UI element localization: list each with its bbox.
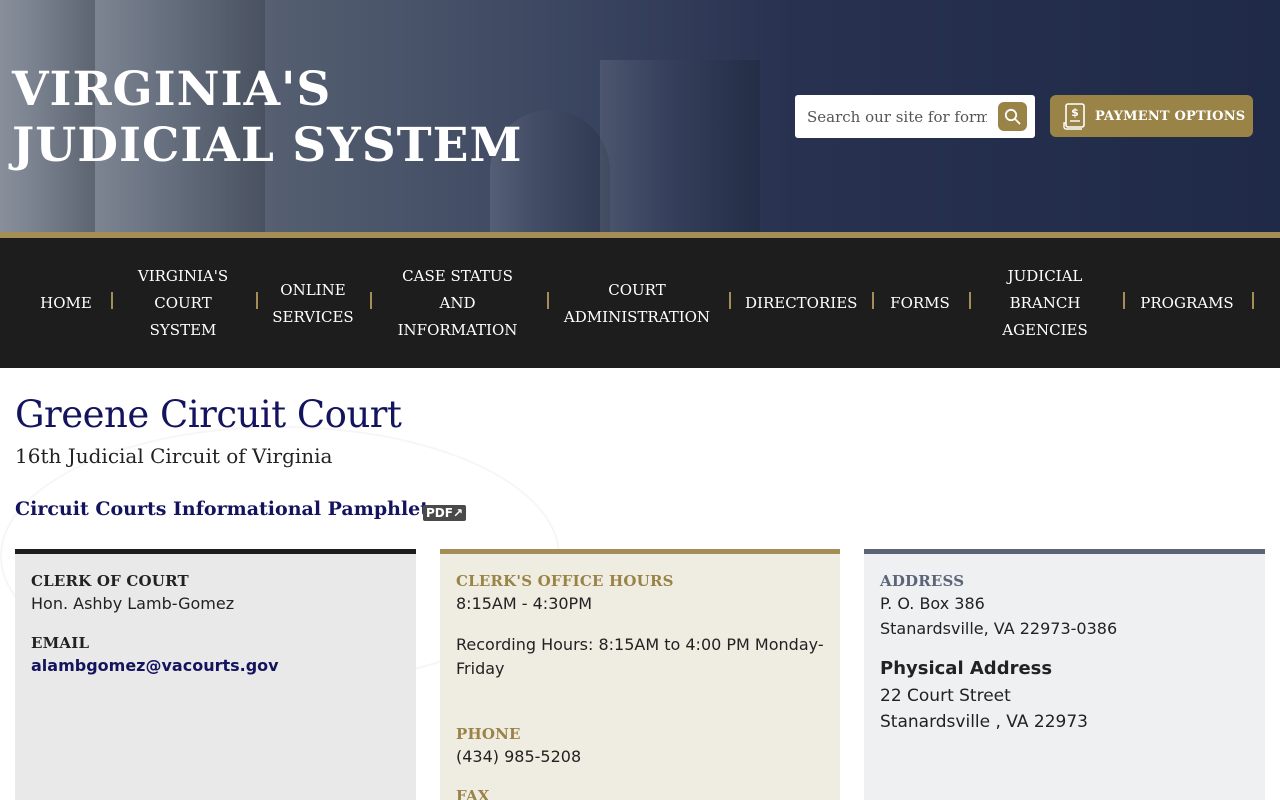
clerk-card: CLERK OF COURT Hon. Ashby Lamb-Gomez EMA… xyxy=(15,549,416,800)
payment-options-label: PAYMENT OPTIONS xyxy=(1095,108,1246,124)
nav-separator xyxy=(872,292,874,309)
address-label: ADDRESS xyxy=(880,572,965,590)
nav-separator xyxy=(1123,292,1125,309)
nav-separator xyxy=(547,292,549,309)
physical-address-line-2: Stanardsville , VA 22973 xyxy=(880,712,1088,732)
payment-document-icon: $ xyxy=(1063,102,1089,130)
nav-separator xyxy=(729,292,731,309)
phone-label: PHONE xyxy=(456,725,521,743)
svg-text:$: $ xyxy=(1071,106,1079,119)
nav-item-forms[interactable]: FORMS xyxy=(888,290,952,317)
fax-label: FAX xyxy=(456,787,490,800)
address-line-1: P. O. Box 386 xyxy=(880,594,985,613)
nav-separator xyxy=(111,292,113,309)
column-decoration xyxy=(600,60,760,232)
nav-item-programs[interactable]: PROGRAMS xyxy=(1138,290,1236,317)
physical-address-line-1: 22 Court Street xyxy=(880,686,1011,706)
hours-label: CLERK'S OFFICE HOURS xyxy=(456,572,674,590)
main-content: Greene Circuit Court 16th Judicial Circu… xyxy=(0,368,1280,800)
nav-item-directories[interactable]: DIRECTORIES xyxy=(745,290,857,317)
phone-number[interactable]: (434) 985-5208 xyxy=(456,745,581,769)
recording-hours: Recording Hours: 8:15AM to 4:00 PM Monda… xyxy=(456,635,824,678)
nav-separator xyxy=(969,292,971,309)
page-title: Greene Circuit Court xyxy=(15,393,402,436)
clerk-label: CLERK OF COURT xyxy=(31,572,189,590)
payment-options-button[interactable]: $ PAYMENT OPTIONS xyxy=(1050,95,1253,137)
site-title[interactable]: VIRGINIA'S JUDICIAL SYSTEM xyxy=(12,62,572,174)
office-hours: 8:15AM - 4:30PM xyxy=(456,594,593,613)
nav-item-virginias-court-system[interactable]: VIRGINIA'S COURT SYSTEM xyxy=(128,263,238,344)
search-icon xyxy=(1004,108,1021,125)
pdf-badge: PDF↗ xyxy=(423,505,467,521)
page-subtitle: 16th Judicial Circuit of Virginia xyxy=(15,444,333,468)
nav-item-online-services[interactable]: ONLINE SERVICES xyxy=(268,277,358,331)
address-card: ADDRESS P. O. Box 386 Stanardsville, VA … xyxy=(864,549,1265,800)
nav-item-court-administration[interactable]: COURT ADMINISTRATION xyxy=(562,277,712,331)
nav-item-case-status[interactable]: CASE STATUS AND INFORMATION xyxy=(395,263,520,344)
nav-item-home[interactable]: HOME xyxy=(30,290,102,317)
email-link[interactable]: alambgomez@vacourts.gov xyxy=(31,654,279,678)
physical-address-label: Physical Address xyxy=(880,658,1053,679)
search-input[interactable] xyxy=(807,95,987,138)
email-label: EMAIL xyxy=(31,634,90,652)
nav-separator xyxy=(1252,292,1254,309)
address-line-2: Stanardsville, VA 22973-0386 xyxy=(880,619,1118,638)
nav-item-judicial-branch-agencies[interactable]: JUDICIAL BRANCH AGENCIES xyxy=(995,263,1095,344)
nav-separator xyxy=(370,292,372,309)
clerk-name: Hon. Ashby Lamb-Gomez xyxy=(31,594,235,613)
hours-card: CLERK'S OFFICE HOURS 8:15AM - 4:30PM Rec… xyxy=(440,549,840,800)
nav-separator xyxy=(256,292,258,309)
pamphlet-link[interactable]: Circuit Courts Informational Pamphlet xyxy=(15,498,429,520)
main-nav: HOME VIRGINIA'S COURT SYSTEM ONLINE SERV… xyxy=(0,238,1280,368)
site-header: VIRGINIA'S JUDICIAL SYSTEM $ PAYMENT OPT… xyxy=(0,0,1280,232)
search-button[interactable] xyxy=(998,102,1027,131)
